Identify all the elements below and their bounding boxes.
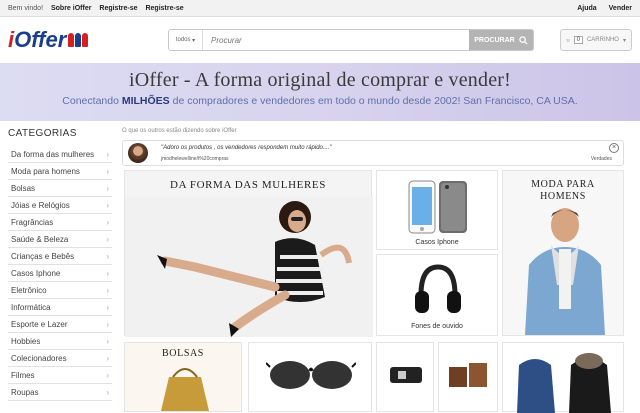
banner-title: iOffer - A forma original de comprar e v… bbox=[128, 69, 511, 91]
mens-card-title: MODA PARA HOMENS bbox=[531, 179, 595, 202]
jackets-card[interactable] bbox=[502, 342, 624, 413]
wallet-image bbox=[449, 363, 487, 387]
main-content: O que os outros estão dizendo sobre iOff… bbox=[120, 128, 640, 413]
iphone-cases-label: Casos Iphone bbox=[415, 239, 459, 246]
sidebar-item-sports[interactable]: Esporte e Lazer › bbox=[8, 316, 112, 333]
testimonial-user[interactable]: jmodhelewelline/t%20compras bbox=[161, 156, 229, 162]
watch-image bbox=[390, 367, 422, 383]
search-bar: todos ▾ PROCURAR bbox=[168, 29, 534, 51]
sidebar-item-computing[interactable]: Informática › bbox=[8, 299, 112, 316]
cart-button[interactable]: 0 CARRINHO ▾ bbox=[560, 29, 632, 51]
womens-card-title: DA FORMA DAS MULHERES bbox=[170, 179, 326, 191]
sunglasses-image bbox=[266, 361, 356, 389]
chevron-right-icon: › bbox=[106, 149, 109, 159]
sidebar-item-jewelry[interactable]: Jóias e Relógios › bbox=[8, 197, 112, 214]
womens-fashion-card[interactable]: DA FORMA DAS MULHERES bbox=[124, 170, 373, 337]
category-sidebar: CATEGORIAS Da forma das mulheres › Moda p… bbox=[8, 128, 112, 401]
watches-card[interactable] bbox=[376, 342, 434, 412]
about-link[interactable]: Sobre iOffer bbox=[51, 5, 91, 12]
search-input[interactable] bbox=[203, 30, 469, 50]
chevron-right-icon: › bbox=[106, 268, 109, 278]
search-button[interactable]: PROCURAR bbox=[469, 30, 533, 50]
sidebar-item-hobbies[interactable]: Hobbies › bbox=[8, 333, 112, 350]
site-header: iOffer todos ▾ PROCURAR 0 CARRINHO ▾ bbox=[0, 17, 640, 63]
bag-image bbox=[161, 368, 209, 411]
sell-link[interactable]: Vender bbox=[609, 5, 632, 12]
welcome-text: Bem vindo! bbox=[8, 4, 44, 12]
banner-subtitle: Conectando MILHÕES de compradores e vend… bbox=[62, 95, 578, 107]
chevron-right-icon: › bbox=[106, 200, 109, 210]
search-icon bbox=[518, 35, 528, 45]
chevron-right-icon: › bbox=[106, 319, 109, 329]
sidebar-item-health-beauty[interactable]: Saúde & Beleza › bbox=[8, 231, 112, 248]
sidebar-item-fragrances[interactable]: Fragrâncias › bbox=[8, 214, 112, 231]
category-select[interactable]: todos ▾ bbox=[169, 30, 203, 50]
chevron-right-icon: › bbox=[106, 370, 109, 380]
people-logo-icon bbox=[68, 33, 89, 47]
sidebar-item-bags[interactable]: Bolsas › bbox=[8, 180, 112, 197]
hero-banner: iOffer - A forma original de comprar e v… bbox=[0, 63, 640, 121]
close-icon[interactable]: × bbox=[609, 143, 619, 153]
chevron-right-icon: › bbox=[106, 353, 109, 363]
testimonial-verified: Verdades bbox=[590, 156, 612, 162]
avatar bbox=[128, 143, 148, 163]
sidebar-item-mens-fashion[interactable]: Moda para homens › bbox=[8, 163, 112, 180]
cart-icon bbox=[566, 38, 570, 42]
cart-label: CARRINHO bbox=[586, 37, 619, 43]
register-link-2[interactable]: Registre-se bbox=[145, 5, 183, 12]
sidebar-item-iphone-cases[interactable]: Casos Iphone › bbox=[8, 265, 112, 282]
headphones-image bbox=[415, 264, 461, 313]
testimonials-label: O que os outros estão dizendo sobre iOff… bbox=[122, 128, 237, 134]
help-link[interactable]: Ajuda bbox=[577, 5, 596, 12]
chevron-right-icon: › bbox=[106, 387, 109, 397]
iphone-cases-card[interactable]: Casos Iphone bbox=[376, 170, 498, 250]
chevron-right-icon: › bbox=[106, 166, 109, 176]
chevron-right-icon: › bbox=[106, 234, 109, 244]
sidebar-item-womens-fashion[interactable]: Da forma das mulheres › bbox=[8, 146, 112, 163]
testimonial-quote: "Adoro os produtos , os vendedores respo… bbox=[161, 145, 332, 151]
cart-count: 0 bbox=[573, 36, 583, 44]
chevron-right-icon: › bbox=[106, 302, 109, 312]
phone-cases-image bbox=[408, 180, 467, 234]
sidebar-item-electronics[interactable]: Eletrônico › bbox=[8, 282, 112, 299]
testimonial-card: "Adoro os produtos , os vendedores respo… bbox=[122, 140, 624, 166]
wallets-card[interactable] bbox=[438, 342, 498, 412]
chevron-right-icon: › bbox=[106, 285, 109, 295]
chevron-right-icon: › bbox=[106, 217, 109, 227]
register-link[interactable]: Registre-se bbox=[99, 5, 137, 12]
model-man-image bbox=[525, 208, 605, 335]
jackets-image bbox=[517, 353, 611, 413]
mens-fashion-card[interactable]: MODA PARA HOMENS bbox=[502, 170, 624, 336]
chevron-down-icon: ▾ bbox=[622, 37, 626, 44]
sidebar-item-kids-babies[interactable]: Crianças e Bebês › bbox=[8, 248, 112, 265]
bags-card-title: BOLSAS bbox=[162, 348, 204, 359]
headphones-card[interactable]: Fones de ouvido bbox=[376, 254, 498, 336]
sidebar-item-collectors[interactable]: Colecionadores › bbox=[8, 350, 112, 367]
ioffer-logo[interactable]: i Offer bbox=[8, 27, 89, 53]
headphones-label: Fones de ouvido bbox=[411, 323, 463, 330]
bags-card[interactable]: BOLSAS bbox=[124, 342, 242, 412]
chevron-right-icon: › bbox=[106, 251, 109, 261]
chevron-right-icon: › bbox=[106, 336, 109, 346]
sidebar-item-movies[interactable]: Filmes › bbox=[8, 367, 112, 384]
chevron-right-icon: › bbox=[106, 183, 109, 193]
top-utility-bar: Bem vindo! Sobre iOffer Registre-se Regi… bbox=[0, 0, 640, 17]
sidebar-title: CATEGORIAS bbox=[8, 128, 77, 139]
model-woman-image bbox=[125, 197, 373, 337]
sunglasses-card[interactable] bbox=[248, 342, 372, 412]
sidebar-item-clothes[interactable]: Roupas › bbox=[8, 384, 112, 401]
